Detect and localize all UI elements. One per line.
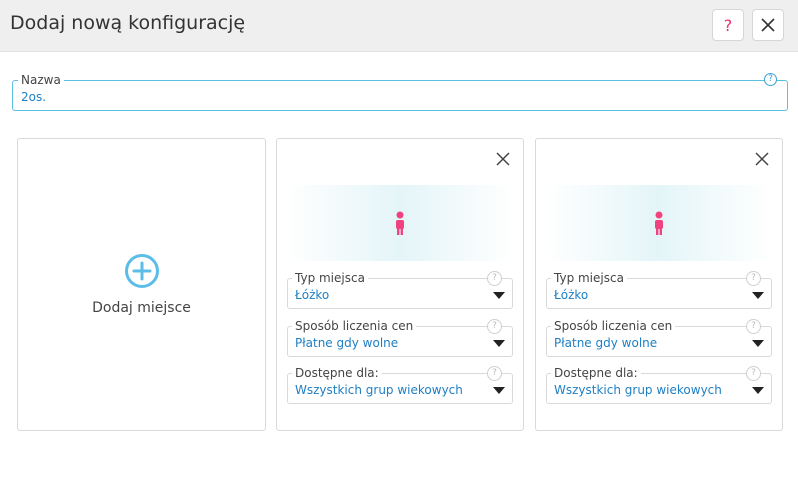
help-icon[interactable]: ? [487,319,502,334]
close-button[interactable] [752,9,784,41]
chevron-down-icon [752,387,764,394]
place-banner [287,185,513,261]
help-icon[interactable]: ? [746,319,761,334]
pricing-method-value: Płatne gdy wolne [554,336,658,350]
place-type-label: Typ miejsca [551,271,627,285]
place-type-select[interactable]: Typ miejsca Łóżko ? [287,271,513,309]
help-button[interactable]: ? [712,9,744,41]
dialog-title: Dodaj nową konfigurację [10,12,246,34]
available-for-select[interactable]: Dostępne dla: Wszystkich grup wiekowych … [546,366,772,404]
add-place-card[interactable]: Dodaj miejsce [17,138,266,431]
place-card: Typ miejsca Łóżko ? Sposób liczenia cen … [276,138,524,431]
place-type-select[interactable]: Typ miejsca Łóżko ? [546,271,772,309]
name-help-icon[interactable]: ? [764,73,777,86]
close-icon [761,18,775,32]
chevron-down-icon [493,340,505,347]
available-for-value: Wszystkich grup wiekowych [554,383,722,397]
person-icon [396,211,404,235]
pricing-method-label: Sposób liczenia cen [551,319,676,333]
place-type-value: Łóżko [295,288,330,302]
available-for-select[interactable]: Dostępne dla: Wszystkich grup wiekowych … [287,366,513,404]
pricing-method-select[interactable]: Sposób liczenia cen Płatne gdy wolne ? [287,319,513,357]
place-banner [546,185,772,261]
add-place-label: Dodaj miejsce [92,300,191,316]
place-type-value: Łóżko [554,288,589,302]
chevron-down-icon [493,292,505,299]
help-icon[interactable]: ? [746,366,761,381]
help-icon[interactable]: ? [746,271,761,286]
close-icon[interactable] [754,151,770,167]
name-input[interactable]: Nazwa 2os. ? [12,73,788,111]
chevron-down-icon [752,340,764,347]
dialog-header: Dodaj nową konfigurację ? [0,0,798,52]
plus-circle-icon [125,254,159,288]
question-icon: ? [723,15,733,35]
help-icon[interactable]: ? [487,271,502,286]
available-for-value: Wszystkich grup wiekowych [295,383,463,397]
pricing-method-label: Sposób liczenia cen [292,319,417,333]
pricing-method-select[interactable]: Sposób liczenia cen Płatne gdy wolne ? [546,319,772,357]
place-card: Typ miejsca Łóżko ? Sposób liczenia cen … [535,138,783,431]
available-for-label: Dostępne dla: [551,366,641,380]
person-icon [655,211,663,235]
available-for-label: Dostępne dla: [292,366,382,380]
close-icon[interactable] [495,151,511,167]
chevron-down-icon [752,292,764,299]
pricing-method-value: Płatne gdy wolne [295,336,399,350]
chevron-down-icon [493,387,505,394]
name-value[interactable]: 2os. [21,90,46,104]
help-icon[interactable]: ? [487,366,502,381]
place-type-label: Typ miejsca [292,271,368,285]
name-label: Nazwa [18,73,64,87]
